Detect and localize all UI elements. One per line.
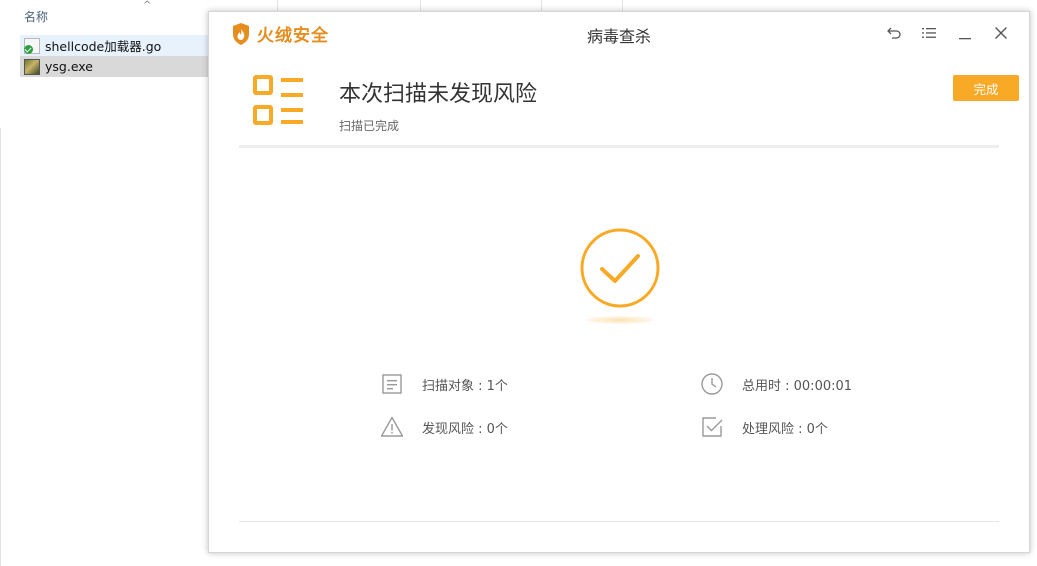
footer-divider xyxy=(239,521,999,522)
checkbox-icon xyxy=(702,417,723,437)
risks-handled-text: 处理风险 : 0个 xyxy=(742,421,828,437)
header-divider xyxy=(239,145,999,148)
done-button[interactable]: 完成 xyxy=(953,75,1019,101)
minimize-icon xyxy=(959,38,971,40)
go-file-icon xyxy=(24,37,40,54)
minimize-button[interactable] xyxy=(956,24,974,42)
undo-button[interactable] xyxy=(885,24,903,42)
column-name-header[interactable]: 名称 xyxy=(24,8,48,25)
scan-result-headline: 本次扫描未发现风险 xyxy=(339,82,538,107)
warning-icon xyxy=(380,416,404,437)
stat-risks-handled: 处理风险 : 0个 xyxy=(700,415,828,439)
clock-icon xyxy=(701,373,723,395)
scan-status-text: 扫描已完成 xyxy=(339,119,400,133)
virus-scan-dialog: 火绒安全 病毒查杀 本次扫描未发现风险 扫描已完成 完成 扫描对象: 1个 总… xyxy=(208,11,1030,553)
file-name: shellcode加载器.go xyxy=(45,39,162,54)
total-time-text: 总用时 : 00:00:01 xyxy=(742,378,853,394)
stat-scanned-objects: 扫描对象 : 1个 xyxy=(380,372,508,396)
stat-risks-found: 发现风险 : 0个 xyxy=(380,415,508,439)
file-row-exe[interactable]: ysg.exe xyxy=(20,56,210,77)
scanned-objects-text: 扫描对象 : 1个 xyxy=(422,378,508,394)
explorer-edge xyxy=(0,128,1,566)
dialog-titlebar[interactable]: 火绒安全 病毒查杀 xyxy=(209,12,1029,54)
document-icon xyxy=(382,374,402,394)
risks-found-text: 发现风险 : 0个 xyxy=(422,421,508,437)
success-shadow xyxy=(586,316,654,324)
undo-icon xyxy=(887,27,901,39)
stat-total-time: 总用时 : 00:00:01 xyxy=(700,372,852,396)
file-row-go[interactable]: shellcode加载器.go xyxy=(20,35,210,56)
report-list-icon xyxy=(253,75,303,125)
success-indicator xyxy=(578,226,662,326)
window-title: 病毒查杀 xyxy=(586,27,651,46)
result-header: 本次扫描未发现风险 扫描已完成 完成 xyxy=(239,54,1019,146)
close-icon xyxy=(995,27,1007,39)
success-check-icon xyxy=(580,228,660,308)
close-button[interactable] xyxy=(992,24,1010,42)
menu-button[interactable] xyxy=(920,24,938,42)
exe-file-icon xyxy=(24,58,40,75)
sort-ascending-icon: ^ xyxy=(143,0,152,11)
menu-icon xyxy=(922,28,936,38)
file-name: ysg.exe xyxy=(45,59,93,74)
